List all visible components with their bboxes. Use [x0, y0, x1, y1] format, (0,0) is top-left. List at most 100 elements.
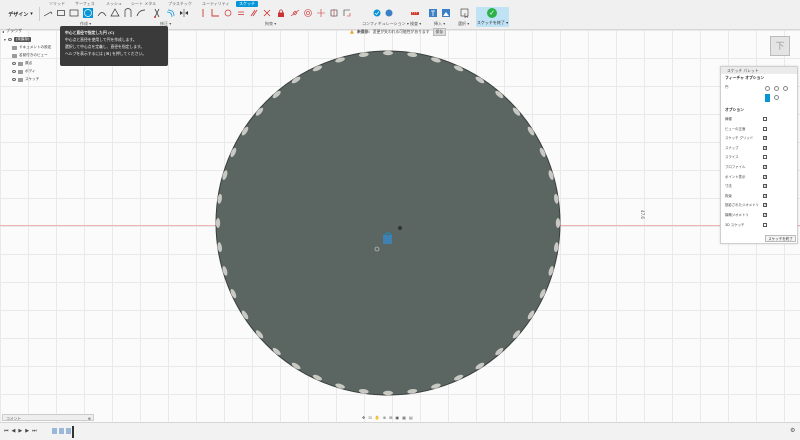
feature-options-header[interactable]: フィーチャ オプション — [721, 75, 797, 81]
circle-3point-icon[interactable] — [783, 86, 788, 91]
step-back-icon[interactable]: ◀ — [12, 428, 16, 434]
palette-option-row[interactable]: ビューの正面 — [721, 125, 797, 133]
mirror-icon[interactable] — [179, 8, 189, 18]
fit-icon[interactable]: ⊞ — [389, 415, 392, 420]
tree-item-bodies[interactable]: ボディ — [12, 68, 36, 75]
concentric-icon[interactable] — [303, 8, 313, 18]
palette-option-row[interactable]: スライス — [721, 153, 797, 161]
coincident-icon[interactable] — [198, 8, 208, 18]
zoom-icon[interactable]: ⊕ — [383, 415, 386, 420]
dimension-label[interactable]: 47.6 — [640, 210, 645, 219]
viewports-icon[interactable]: ▤ — [409, 415, 413, 420]
inspect-group-label[interactable]: 検査 ▾ — [410, 21, 421, 27]
comments-panel[interactable]: コメント ⊕ — [2, 414, 94, 421]
gear-icon[interactable]: ⚙ — [790, 427, 795, 434]
go-to-end-icon[interactable]: ⏭ — [32, 428, 37, 434]
pan-hand-icon[interactable]: ✋ — [375, 415, 380, 420]
palette-option-checkbox[interactable] — [763, 126, 767, 131]
spline-icon[interactable] — [136, 8, 146, 18]
palette-option-row[interactable]: 投影されたジオメトリ ✓ — [721, 201, 797, 209]
palette-option-checkbox[interactable] — [763, 117, 767, 121]
constraints-group-label[interactable]: 拘束 ▾ — [265, 21, 276, 27]
tab-plastic[interactable]: プラスチック — [165, 1, 195, 7]
timeline-feature-icon[interactable] — [66, 428, 71, 434]
tab-mesh[interactable]: メッシュ — [103, 1, 125, 7]
tree-item-sketches[interactable]: スケッチ — [12, 76, 39, 83]
tree-item-named-views[interactable]: 名前付きのビュー — [12, 52, 48, 59]
tab-sheet-metal[interactable]: シート メタル — [128, 1, 159, 7]
rectangle-outline-icon[interactable] — [69, 8, 79, 18]
midpoint-icon[interactable] — [290, 8, 300, 18]
symmetry-icon[interactable] — [329, 8, 339, 18]
palette-option-row[interactable]: 3D スケッチ — [721, 221, 797, 229]
tangent-icon[interactable] — [223, 8, 233, 18]
palette-option-checkbox[interactable]: ✓ — [763, 184, 767, 189]
line-icon[interactable] — [43, 8, 53, 18]
center-circle-icon[interactable] — [83, 8, 93, 18]
arc-icon[interactable] — [97, 8, 107, 18]
palette-option-checkbox[interactable]: ✓ — [763, 145, 767, 150]
options-header[interactable]: オプション — [721, 107, 797, 113]
palette-option-checkbox[interactable] — [763, 155, 767, 160]
insert-group-label[interactable]: 挿入 ▾ — [434, 21, 445, 27]
timeline-feature-icon[interactable] — [52, 428, 57, 434]
look-at-icon[interactable]: ⊡ — [368, 415, 371, 420]
palette-option-row[interactable]: スケッチ グリッド ✓ — [721, 134, 797, 142]
palette-option-checkbox[interactable]: ✓ — [763, 203, 767, 208]
tree-item-document-settings[interactable]: ドキュメントの設定 — [12, 44, 51, 51]
save-button[interactable]: 保存 — [432, 27, 447, 36]
workspace-switcher[interactable]: デザイン ▾ — [2, 7, 40, 21]
palette-option-row[interactable]: ポイント表示 ✓ — [721, 173, 797, 181]
offset-icon[interactable] — [166, 8, 176, 18]
palette-option-row[interactable]: 拘束 ✓ — [721, 192, 797, 200]
horizontal-vertical-icon[interactable] — [210, 8, 220, 18]
step-forward-icon[interactable]: ▶ — [25, 428, 29, 434]
tab-sketch[interactable]: スケッチ — [236, 1, 258, 7]
sketch-canvas[interactable]: 47.6 — [0, 30, 800, 422]
tree-item-origin[interactable]: 原点 — [12, 60, 32, 67]
circle-3tangent-icon[interactable] — [774, 95, 779, 100]
visibility-eye-icon[interactable] — [7, 38, 12, 41]
palette-option-row[interactable]: 線種 — [721, 115, 797, 123]
palette-title[interactable]: スケッチ パレット — [721, 67, 797, 74]
parallel-icon[interactable] — [249, 8, 259, 18]
insert-image-icon[interactable] — [428, 8, 438, 18]
insert-canvas-icon[interactable] — [441, 8, 451, 18]
view-cube[interactable]: 下 — [770, 36, 790, 56]
palette-option-checkbox[interactable]: ✓ — [763, 136, 767, 141]
display-settings-icon[interactable]: ▣ — [395, 415, 399, 420]
visibility-eye-icon[interactable] — [12, 70, 16, 73]
tab-solid[interactable]: ソリッド — [46, 1, 68, 7]
finish-sketch-button[interactable]: ✓ スケッチを終了 ▾ — [476, 7, 509, 27]
slot-icon[interactable] — [123, 8, 133, 18]
configure-icon[interactable] — [372, 8, 382, 18]
orbit-icon[interactable]: ✥ — [362, 415, 365, 420]
palette-option-checkbox[interactable] — [763, 222, 767, 227]
measure-ruler-icon[interactable] — [410, 8, 420, 18]
parameters-icon[interactable] — [384, 8, 394, 18]
finish-sketch-palette-button[interactable]: スケッチを終了 — [765, 235, 796, 242]
add-comment-icon[interactable]: ⊕ — [88, 415, 91, 422]
palette-option-checkbox[interactable]: ✓ — [763, 165, 767, 169]
palette-option-checkbox[interactable]: ✓ — [763, 174, 767, 179]
configure-group-label[interactable]: コンフィギュレーション ▾ — [362, 21, 409, 27]
select-group-label[interactable]: 選択 ▾ — [458, 21, 469, 27]
tree-item-root[interactable]: ▾ (未保存) — [4, 36, 32, 43]
go-to-start-icon[interactable]: ⏮ — [4, 428, 9, 434]
circle-2point-icon[interactable] — [774, 86, 779, 91]
select-arrow-icon[interactable] — [460, 8, 470, 18]
trim-scissors-icon[interactable] — [152, 8, 162, 18]
timeline-marker[interactable] — [72, 426, 74, 438]
equal-icon[interactable] — [236, 8, 246, 18]
palette-option-checkbox[interactable]: ✓ — [763, 193, 767, 198]
visibility-eye-icon[interactable] — [12, 62, 16, 65]
palette-option-row[interactable]: スナップ ✓ — [721, 144, 797, 152]
tab-surface[interactable]: サーフェス — [72, 1, 98, 7]
timeline-feature-icon[interactable] — [59, 428, 64, 434]
circle-center-diameter-icon[interactable] — [765, 86, 770, 91]
circle-tangent-icon[interactable] — [765, 94, 770, 102]
palette-option-row[interactable]: プロファイル ✓ — [721, 163, 797, 171]
visibility-eye-icon[interactable] — [12, 78, 16, 81]
palette-option-row[interactable]: 構築ジオメトリ ✓ — [721, 211, 797, 219]
perpendicular-icon[interactable] — [262, 8, 272, 18]
